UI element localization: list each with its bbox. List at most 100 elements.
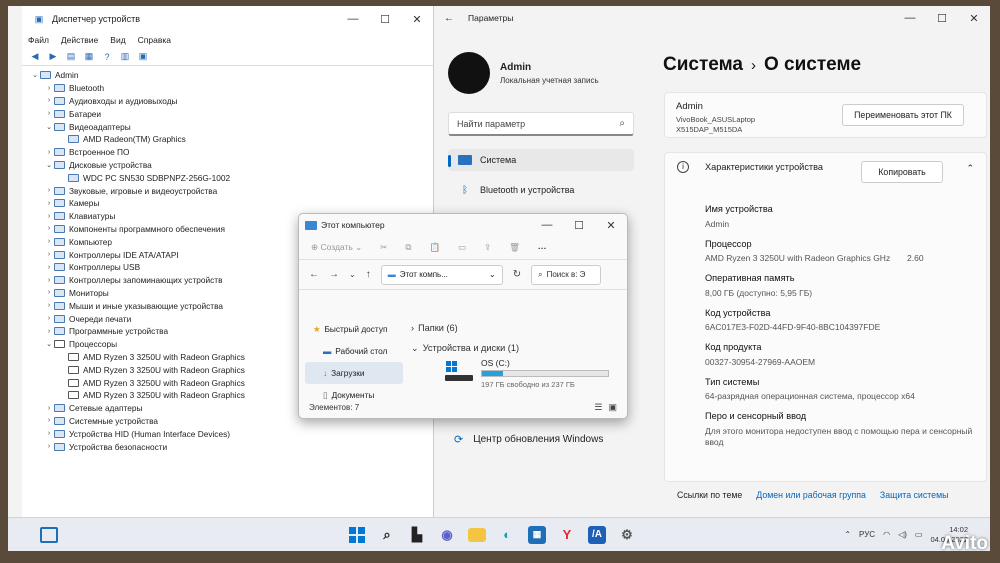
chevron-right-icon[interactable]: › (44, 251, 54, 258)
search-input[interactable]: Найти параметр ⌕ (448, 112, 634, 136)
tree-node[interactable]: ⌄ Admin (30, 69, 433, 82)
address-bar[interactable]: ▬ Этот компь... ⌄ (380, 264, 503, 285)
rename-pc-button[interactable]: Переименовать этот ПК (842, 104, 964, 126)
chevron-up-icon[interactable]: ⌃ (844, 530, 851, 539)
search-input[interactable]: ⌕ Поиск в: Э (531, 264, 602, 285)
create-button[interactable]: ⊕ Создать ⌄ (311, 242, 362, 253)
minimize-icon[interactable]: — (337, 13, 369, 26)
menu-file[interactable]: Файл (28, 35, 49, 45)
tree-node[interactable]: › Аудиовходы и аудиовыходы (30, 95, 433, 108)
chevron-right-icon[interactable]: › (44, 97, 54, 104)
yandex-icon[interactable]: Y (558, 526, 576, 544)
tree-node[interactable]: ⌄ Дисковые устройства (30, 159, 433, 172)
chevron-down-icon[interactable]: ⌄ (30, 71, 40, 79)
chevron-right-icon[interactable]: › (44, 405, 54, 412)
chevron-right-icon[interactable]: › (44, 302, 54, 309)
volume-icon[interactable]: ◁) (898, 530, 907, 539)
share-icon[interactable]: ⇪ (484, 242, 491, 253)
close-icon[interactable]: ✕ (401, 13, 433, 26)
explorer-icon[interactable] (468, 527, 486, 542)
chevron-down-icon[interactable]: ⌄ (44, 161, 54, 169)
tiles-view-icon[interactable]: ▣ (608, 402, 617, 413)
avatar[interactable] (448, 52, 490, 94)
scan-hardware-icon[interactable]: ▣ (136, 51, 150, 63)
rename-icon[interactable]: ▭ (458, 242, 466, 253)
show-tree-icon[interactable]: ▤ (64, 51, 78, 63)
language-indicator[interactable]: РУС (859, 530, 875, 539)
nav-desktop[interactable]: ▬ Рабочий стол (305, 340, 403, 362)
maximize-icon[interactable]: ☐ (369, 13, 401, 26)
widgets-icon[interactable]: ▙ (408, 526, 426, 544)
chevron-down-icon[interactable]: ⌄ (349, 270, 356, 279)
copy-icon[interactable]: ⧉ (405, 242, 411, 253)
search-icon[interactable]: ⌕ (378, 526, 396, 544)
tree-node[interactable]: › Камеры (30, 197, 433, 210)
update-driver-icon[interactable]: ▥ (118, 51, 132, 63)
cut-icon[interactable]: ✂ (380, 242, 387, 253)
back-icon[interactable]: ← (309, 269, 319, 280)
windows-start-icon[interactable] (348, 526, 366, 544)
more-options-icon[interactable]: ··· (538, 243, 547, 253)
breadcrumb-parent[interactable]: Система (663, 54, 743, 75)
chevron-right-icon[interactable]: › (44, 225, 54, 232)
tree-node[interactable]: WDC PC SN530 SDBPNPZ-256G-1002 (30, 171, 433, 184)
chevron-down-icon[interactable]: ⌄ (44, 123, 54, 131)
tree-node[interactable]: AMD Radeon(TM) Graphics (30, 133, 433, 146)
copy-button[interactable]: Копировать (861, 161, 943, 183)
back-icon[interactable]: ◀ (28, 51, 42, 63)
delete-icon[interactable]: 🗑 (509, 242, 520, 253)
nav-quick-access[interactable]: ★ Быстрый доступ (305, 318, 403, 340)
drives-section[interactable]: ⌄ Устройства и диски (1) (411, 338, 625, 358)
settings-icon[interactable]: ⚙ (618, 526, 636, 544)
store-icon[interactable]: ▦ (528, 525, 546, 544)
specs-header[interactable]: i Характеристики устройства (677, 161, 823, 173)
refresh-icon[interactable]: ↻ (513, 269, 521, 280)
wifi-icon[interactable]: ◠ (883, 530, 890, 539)
chevron-right-icon[interactable]: › (44, 187, 54, 194)
menu-view[interactable]: Вид (110, 35, 125, 45)
close-icon[interactable]: ✕ (958, 12, 990, 25)
maximize-icon[interactable]: ☐ (926, 12, 958, 25)
nav-downloads[interactable]: ↓ Загрузки (305, 362, 403, 384)
help-icon[interactable]: ? (100, 51, 114, 63)
forward-icon[interactable]: → (329, 269, 339, 280)
minimize-icon[interactable]: — (531, 219, 563, 232)
tree-node[interactable]: › Встроенное ПО (30, 146, 433, 159)
chevron-right-icon[interactable]: › (44, 238, 54, 245)
chevron-right-icon[interactable]: › (44, 200, 54, 207)
chevron-right-icon[interactable]: › (44, 277, 54, 284)
folders-section[interactable]: › Папки (6) (411, 318, 625, 338)
tree-node[interactable]: › Устройства HID (Human Interface Devices… (30, 427, 433, 440)
paste-icon[interactable]: 📋 (429, 242, 440, 253)
chevron-down-icon[interactable]: ⌄ (44, 340, 54, 348)
menu-action[interactable]: Действие (61, 35, 98, 45)
tree-node[interactable]: › Звуковые, игровые и видеоустройства (30, 184, 433, 197)
chevron-right-icon[interactable]: › (44, 149, 54, 156)
tree-node[interactable]: › Устройства безопасности (30, 440, 433, 453)
nav-item-bluetooth[interactable]: ᛒ Bluetooth и устройства (448, 179, 634, 201)
chevron-right-icon[interactable]: › (44, 85, 54, 92)
details-view-icon[interactable]: ☰ (594, 402, 602, 413)
chevron-right-icon[interactable]: › (44, 264, 54, 271)
chat-icon[interactable]: ◉ (438, 526, 456, 544)
chevron-right-icon[interactable]: › (44, 430, 54, 437)
properties-icon[interactable]: ▦ (82, 51, 96, 63)
back-arrow-icon[interactable]: ← (444, 13, 454, 24)
chevron-right-icon[interactable]: › (44, 417, 54, 424)
chevron-right-icon[interactable]: › (44, 443, 54, 450)
nav-item-system[interactable]: Система (448, 149, 634, 171)
menu-help[interactable]: Справка (138, 35, 171, 45)
minimize-icon[interactable]: — (894, 12, 926, 25)
address-dropdown-icon[interactable]: ⌄ (489, 270, 496, 279)
maximize-icon[interactable]: ☐ (563, 219, 595, 232)
system-protection-link[interactable]: Защита системы (880, 490, 949, 500)
chevron-right-icon[interactable]: › (44, 328, 54, 335)
up-icon[interactable]: ↑ (366, 269, 371, 280)
app-icon[interactable]: /A (588, 525, 606, 544)
forward-icon[interactable]: ▶ (46, 51, 60, 63)
edge-icon[interactable]: ◐ (498, 526, 516, 544)
task-view-icon[interactable] (40, 526, 58, 543)
chevron-right-icon[interactable]: › (44, 213, 54, 220)
nav-item-windows-update[interactable]: ⟳ Центр обновления Windows (454, 433, 603, 446)
chevron-up-icon[interactable]: ⌃ (966, 163, 974, 174)
